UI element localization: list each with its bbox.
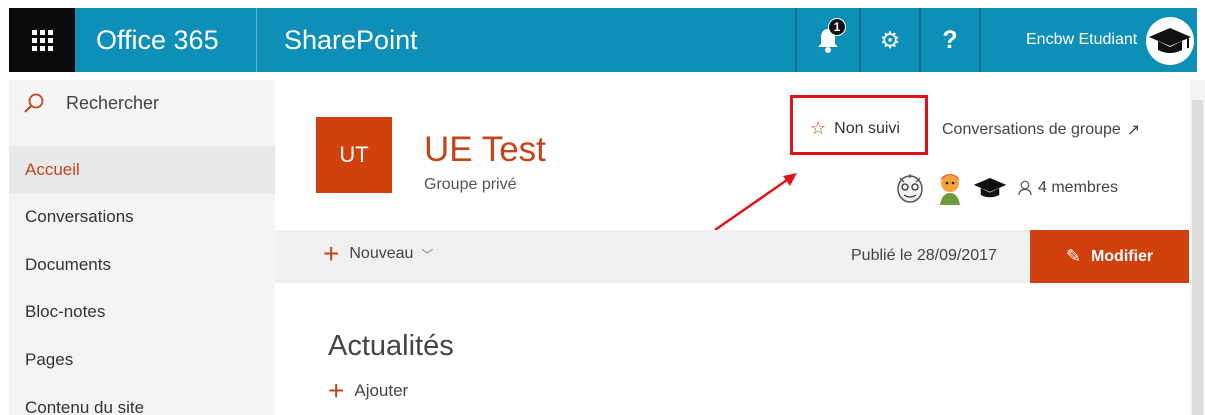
members-count[interactable]: 4 membres [1018,179,1118,197]
group-conversations-link[interactable]: Conversations de groupe ↗ [942,120,1140,140]
chevron-down-icon: ﹀ [421,247,434,262]
add-news-button[interactable]: + Ajouter [328,375,409,406]
left-navigation: Rechercher Accueil Conversations Documen… [9,80,275,415]
site-privacy: Groupe privé [424,176,517,193]
notification-badge: 1 [828,18,846,36]
nav-item-pages[interactable]: Pages [9,336,275,384]
user-name: Encbw Etudiant [1026,31,1138,48]
annotation-arrow [714,173,797,232]
member-avatar[interactable] [932,170,968,206]
search-placeholder: Rechercher [66,93,160,113]
command-bar: + Nouveau ﹀ Publié le 28/09/2017 ✎ Modif… [275,230,1189,283]
help-button[interactable]: ? [921,8,979,72]
star-icon: ☆ [810,118,827,138]
sharepoint-link[interactable]: SharePoint [284,8,418,72]
graduation-cap-icon [973,177,1007,198]
edit-label: Modifier [1090,247,1154,265]
help-icon: ? [942,25,958,54]
search-icon [24,93,44,113]
suite-bar: Office 365 SharePoint 1 ⚙ ? Encbw Etudia… [0,0,1205,80]
user-menu[interactable]: Encbw Etudiant [981,8,1197,72]
search-box[interactable]: Rechercher [9,84,275,124]
follow-label: Non suivi [834,119,900,137]
site-title[interactable]: UE Test [424,130,546,170]
graduation-cap-icon [1149,28,1191,53]
office-365-link[interactable]: Office 365 [96,8,219,72]
member-avatar[interactable] [972,170,1008,206]
plus-icon: + [323,238,340,269]
new-label: Nouveau [349,245,414,262]
user-avatar[interactable] [1146,17,1194,65]
main-content: UT UE Test Groupe privé ☆ Non suivi Conv… [275,80,1205,415]
cartoon-face-icon [897,174,923,203]
settings-button[interactable]: ⚙ [861,8,919,72]
suite-divider [256,8,257,72]
cartoon-character-icon [940,174,960,205]
members-area[interactable]: 4 membres [892,168,1118,208]
group-conversations-label: Conversations de groupe [942,121,1121,138]
suite-bar-inner: Office 365 SharePoint 1 ⚙ ? Encbw Etudia… [9,8,1197,72]
nav-item-accueil[interactable]: Accueil [9,146,275,194]
gear-icon: ⚙ [879,26,901,53]
person-icon [1018,180,1032,196]
published-date: Publié le 28/09/2017 [851,247,997,264]
scrollbar-thumb[interactable] [1192,100,1203,415]
nav-item-contenu-du-site[interactable]: Contenu du site [9,384,275,415]
new-button[interactable]: + Nouveau ﹀ [323,238,434,269]
vertical-scrollbar[interactable] [1190,80,1205,415]
edit-button[interactable]: ✎ Modifier [1030,230,1189,283]
member-avatar[interactable] [892,170,928,206]
external-arrow-icon: ↗ [1126,122,1141,139]
follow-button[interactable]: ☆ Non suivi [810,118,900,139]
nav-item-conversations[interactable]: Conversations [9,193,275,241]
news-section-title: Actualités [328,330,454,362]
nav-item-bloc-notes[interactable]: Bloc-notes [9,288,275,336]
notifications-button[interactable]: 1 [797,8,859,72]
pencil-icon: ✎ [1065,246,1081,266]
site-logo[interactable]: UT [316,117,392,193]
nav-item-documents[interactable]: Documents [9,241,275,289]
plus-icon: + [328,375,345,406]
members-label: 4 membres [1038,179,1119,196]
waffle-icon [31,29,53,51]
add-label: Ajouter [354,381,409,400]
app-launcher-button[interactable] [9,8,75,72]
